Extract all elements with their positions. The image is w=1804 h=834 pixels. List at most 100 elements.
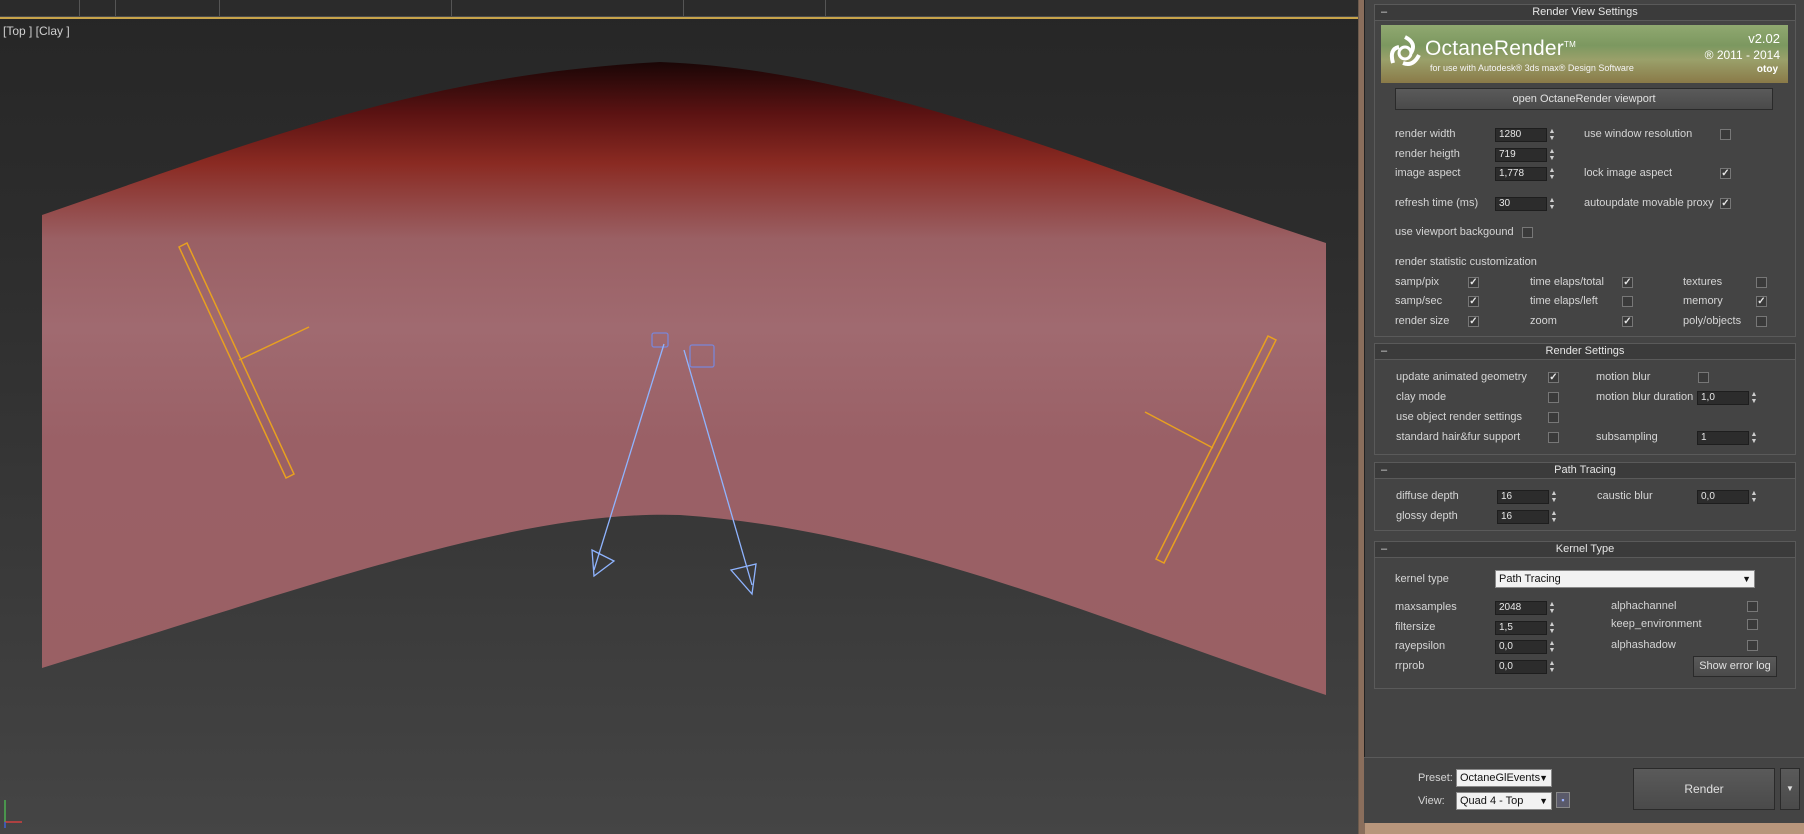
stat-memory-checkbox[interactable]: ✓ — [1756, 296, 1767, 307]
octane-banner: OctaneRenderTM for use with Autodesk® 3d… — [1381, 25, 1788, 83]
rollout-title: Kernel Type — [1555, 543, 1615, 555]
subsampling-label: subsampling — [1596, 431, 1658, 443]
collapse-icon[interactable]: – — [1381, 542, 1387, 557]
render-height-spinner[interactable]: 719 ▲ ▼ — [1495, 148, 1557, 162]
filtersize-spinner[interactable]: 1,5 ▲ ▼ — [1495, 621, 1557, 635]
stat-time-elaps-left-checkbox[interactable] — [1622, 296, 1633, 307]
rollout-header[interactable]: – Render Settings — [1375, 344, 1795, 360]
rollout-header[interactable]: – Render View Settings — [1375, 5, 1795, 21]
scene-canvas — [42, 62, 1326, 695]
stat-render-size-checkbox[interactable]: ✓ — [1468, 316, 1479, 327]
open-octane-viewport-button[interactable]: open OctaneRender viewport — [1395, 88, 1773, 110]
maxsamples-label: maxsamples — [1395, 601, 1457, 613]
diffuse-depth-spinner[interactable]: 16 ▲ ▼ — [1497, 490, 1559, 504]
alphachannel-checkbox[interactable] — [1747, 601, 1758, 612]
diffuse-depth-label: diffuse depth — [1396, 490, 1459, 502]
alphashadow-label: alphashadow — [1611, 639, 1676, 651]
standard-hair-fur-label: standard hair&fur support — [1396, 431, 1521, 443]
chevron-down-icon: ▼ — [1742, 574, 1751, 584]
refresh-time-spinner[interactable]: 30 ▲ ▼ — [1495, 197, 1557, 211]
stat-textures-checkbox[interactable] — [1756, 277, 1767, 288]
caustic-blur-spinner[interactable]: 0,0 ▲ ▼ — [1697, 490, 1759, 504]
stat-time-elaps-total-checkbox[interactable]: ✓ — [1622, 277, 1633, 288]
octane-swirl-icon — [1389, 35, 1421, 66]
kernel-type-label: kernel type — [1395, 573, 1449, 585]
rollout-header[interactable]: – Kernel Type — [1375, 542, 1795, 558]
show-error-log-button[interactable]: Show error log — [1693, 656, 1777, 677]
collapse-icon[interactable]: – — [1381, 463, 1387, 478]
clay-mode-checkbox[interactable] — [1548, 392, 1559, 403]
keep-environment-checkbox[interactable] — [1747, 619, 1758, 630]
stat-samp-sec-checkbox[interactable]: ✓ — [1468, 296, 1479, 307]
filtersize-label: filtersize — [1395, 621, 1436, 633]
rollout-title: Render Settings — [1545, 345, 1625, 357]
lock-view-icon[interactable]: ▪ — [1556, 792, 1570, 808]
render-options-dropdown-button[interactable]: ▼ — [1780, 768, 1800, 810]
stat-label: samp/sec — [1395, 295, 1443, 307]
banner-years: ® 2011 - 2014 — [1704, 48, 1780, 62]
stat-label: memory — [1683, 295, 1723, 307]
refresh-time-label: refresh time (ms) — [1395, 197, 1479, 209]
maxsamples-spinner[interactable]: 2048 ▲ ▼ — [1495, 601, 1557, 615]
use-window-resolution-label: use window resolution — [1584, 128, 1693, 140]
banner-subtitle: for use with Autodesk® 3ds max® Design S… — [1430, 63, 1634, 73]
glossy-depth-spinner[interactable]: 16 ▲ ▼ — [1497, 510, 1559, 524]
rayepsilon-spinner[interactable]: 0,0 ▲ ▼ — [1495, 640, 1557, 654]
perspective-viewport[interactable]: [Top ] [Clay ] — [0, 0, 1358, 834]
viewport-label[interactable]: [Top ] [Clay ] — [3, 24, 70, 38]
rayepsilon-label: rayepsilon — [1395, 640, 1446, 652]
standard-hair-fur-checkbox[interactable] — [1548, 432, 1559, 443]
motion-blur-checkbox[interactable] — [1698, 372, 1709, 383]
stat-poly-objects-checkbox[interactable] — [1756, 316, 1767, 327]
alphashadow-checkbox[interactable] — [1747, 640, 1758, 651]
banner-title: OctaneRenderTM — [1425, 37, 1576, 60]
motion-blur-duration-spinner[interactable]: 1,0 ▲ ▼ — [1697, 391, 1759, 405]
chevron-down-icon: ▼ — [1539, 796, 1548, 806]
update-animated-geometry-checkbox[interactable]: ✓ — [1548, 372, 1559, 383]
render-width-spinner[interactable]: 1280 ▲ ▼ — [1495, 128, 1557, 142]
preset-label: Preset: — [1418, 772, 1453, 784]
otoy-logo: otoy — [1756, 64, 1778, 75]
rollout-title: Path Tracing — [1554, 464, 1616, 476]
view-label: View: — [1418, 795, 1445, 807]
update-animated-geometry-label: update animated geometry — [1396, 371, 1527, 383]
image-aspect-spinner[interactable]: 1,778 ▲ ▼ — [1495, 167, 1557, 181]
rollout-title: Render View Settings — [1532, 6, 1638, 18]
rrprob-label: rrprob — [1395, 660, 1425, 672]
subsampling-spinner[interactable]: 1 ▲ ▼ — [1697, 431, 1759, 445]
use-window-resolution-checkbox[interactable] — [1720, 129, 1731, 140]
stat-zoom-checkbox[interactable]: ✓ — [1622, 316, 1633, 327]
rollout-header[interactable]: – Path Tracing — [1375, 463, 1795, 479]
use-viewport-background-checkbox[interactable] — [1522, 227, 1533, 238]
stat-label: zoom — [1530, 315, 1557, 327]
autoupdate-movable-proxy-checkbox[interactable]: ✓ — [1720, 198, 1731, 209]
keep-environment-label: keep_environment — [1611, 618, 1702, 630]
alphachannel-label: alphachannel — [1611, 600, 1677, 612]
stat-label: time elaps/left — [1530, 295, 1598, 307]
motion-blur-label: motion blur — [1596, 371, 1651, 383]
image-aspect-label: image aspect — [1395, 167, 1461, 179]
motion-blur-duration-label: motion blur duration — [1596, 391, 1694, 403]
kernel-type-dropdown[interactable]: Path Tracing ▼ — [1495, 570, 1755, 588]
clay-mode-label: clay mode — [1396, 391, 1447, 403]
curved-surface-mesh — [42, 62, 1326, 695]
autoupdate-movable-proxy-label: autoupdate movable proxy — [1584, 197, 1714, 209]
glossy-depth-label: glossy depth — [1396, 510, 1458, 522]
collapse-icon[interactable]: – — [1381, 344, 1387, 359]
rrprob-spinner[interactable]: 0,0 ▲ ▼ — [1495, 660, 1557, 674]
use-viewport-background-label: use viewport backgound — [1395, 226, 1514, 238]
use-object-render-settings-checkbox[interactable] — [1548, 412, 1559, 423]
stat-samp-pix-checkbox[interactable]: ✓ — [1468, 277, 1479, 288]
render-height-label: render heigth — [1395, 148, 1460, 160]
preset-dropdown[interactable]: OctaneGlEvents ▼ — [1456, 769, 1552, 787]
stat-label: textures — [1683, 276, 1723, 288]
lock-image-aspect-checkbox[interactable]: ✓ — [1720, 168, 1731, 179]
stat-label: poly/objects — [1683, 315, 1742, 327]
collapse-icon[interactable]: – — [1381, 5, 1387, 20]
axis-tripod-icon — [4, 800, 22, 828]
stat-label: time elaps/total — [1530, 276, 1604, 288]
caustic-blur-label: caustic blur — [1597, 490, 1653, 502]
render-button[interactable]: Render — [1633, 768, 1775, 810]
lock-image-aspect-label: lock image aspect — [1584, 167, 1673, 179]
view-dropdown[interactable]: Quad 4 - Top ▼ — [1456, 792, 1552, 810]
